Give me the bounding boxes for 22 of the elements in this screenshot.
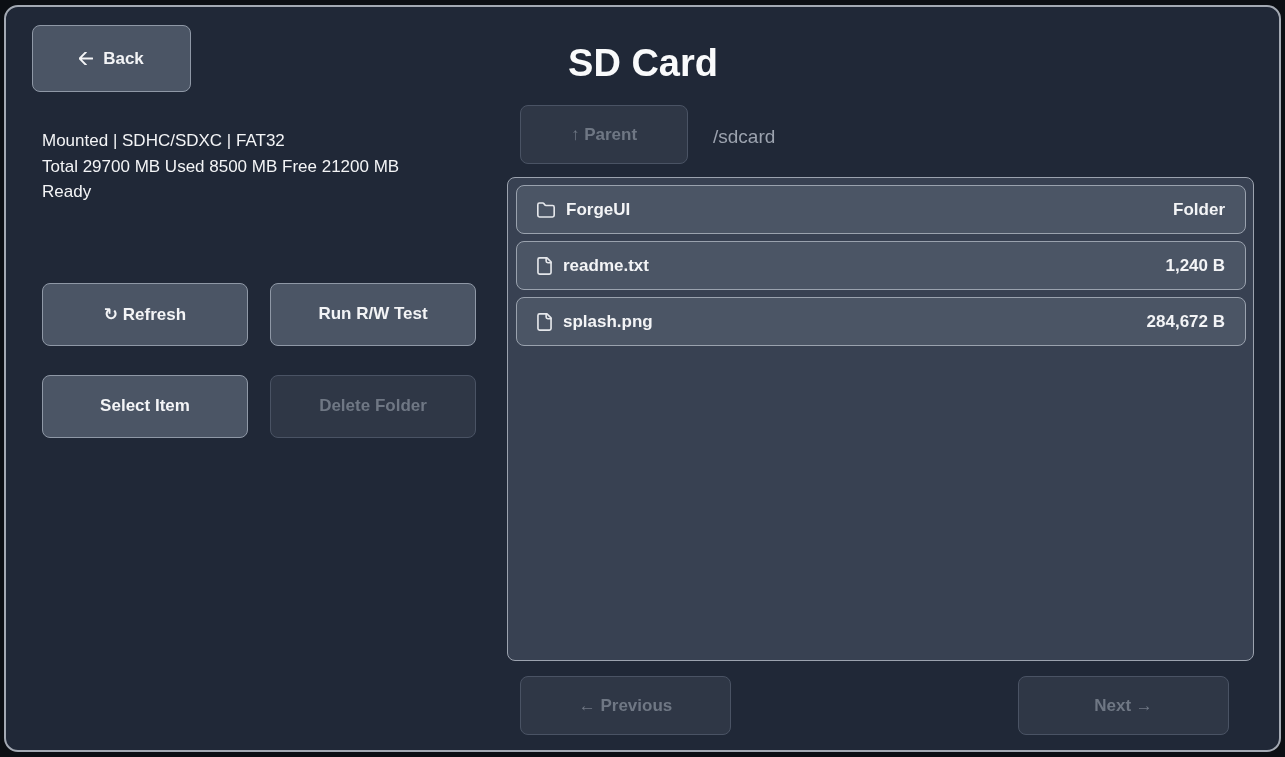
item-name: readme.txt	[563, 255, 650, 276]
status-text: Ready	[42, 181, 93, 203]
current-path: /sdcard	[713, 124, 776, 148]
file-list-item[interactable]: splash.png 284,672 B	[516, 297, 1246, 346]
item-name: splash.png	[563, 311, 654, 332]
file-icon	[537, 256, 552, 275]
file-icon	[537, 312, 552, 331]
status-text: Total 29700 MB Used 8500 MB Free 21200 MB	[42, 155, 401, 178]
folder-icon	[537, 201, 555, 218]
action-button[interactable]: Select Item	[42, 374, 248, 438]
arrow-left-icon	[79, 52, 94, 65]
item-type: Folder	[1173, 199, 1225, 220]
file-size: 284,672 B	[1146, 311, 1225, 332]
file-list-item[interactable]: ForgeUI Folder	[516, 185, 1246, 234]
action-button[interactable]: ↻ Refresh	[42, 282, 248, 346]
page-title: SD Card	[568, 41, 718, 85]
file-list-item[interactable]: readme.txt 1,240 B	[516, 241, 1246, 290]
status-text: Mounted | SDHC/SDXC | FAT32	[42, 130, 286, 152]
action-button[interactable]: Run R/W Test	[270, 282, 476, 346]
back-button[interactable]: Back	[32, 25, 191, 92]
file-size: 1,240 B	[1165, 255, 1225, 276]
item-name: ForgeUI	[566, 199, 632, 220]
